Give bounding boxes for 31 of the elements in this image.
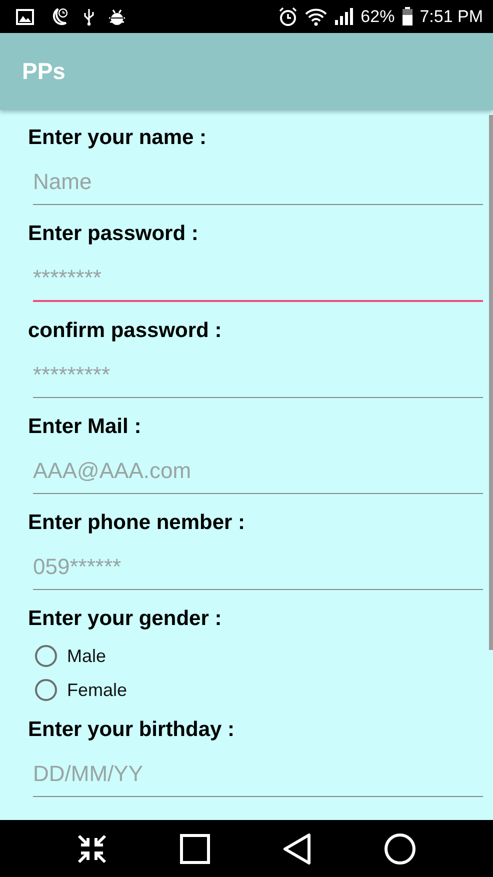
input-field[interactable]: ********	[33, 256, 483, 302]
clock-time: 7:51 PM	[420, 6, 483, 26]
field-label: Enter your birthday :	[28, 717, 236, 743]
recent-apps-icon[interactable]	[180, 834, 210, 864]
signal-icon	[334, 8, 354, 26]
battery-icon	[402, 7, 413, 26]
radio-label: Male	[67, 646, 106, 666]
input-field[interactable]: Name	[33, 160, 483, 205]
input-field[interactable]: 059******	[33, 545, 483, 590]
field-label: Enter password :	[28, 221, 200, 247]
radio-label: Female	[67, 680, 128, 700]
battery-percentage: 62%	[360, 6, 395, 26]
radio-button[interactable]	[35, 645, 57, 667]
input-field[interactable]: AAA@AAA.com	[33, 449, 483, 494]
field-label: Enter phone nember :	[28, 510, 246, 536]
app-title: PPs	[22, 58, 66, 85]
field-label: Enter your name :	[28, 125, 208, 151]
radio-button[interactable]	[35, 679, 57, 701]
field-label: Enter your gender :	[28, 606, 223, 632]
input-field[interactable]: DD/MM/YY	[33, 752, 483, 797]
alarm-icon	[278, 6, 298, 26]
wifi-icon	[304, 8, 327, 26]
bug-icon	[108, 8, 126, 26]
input-field[interactable]: *********	[33, 353, 483, 398]
collapse-icon[interactable]	[76, 834, 107, 864]
field-label: Enter Mail :	[28, 414, 142, 440]
usb-icon	[84, 8, 94, 26]
field-label: confirm password :	[28, 318, 223, 344]
image-icon	[16, 8, 34, 24]
home-icon[interactable]	[384, 832, 416, 864]
back-icon[interactable]	[283, 832, 312, 864]
